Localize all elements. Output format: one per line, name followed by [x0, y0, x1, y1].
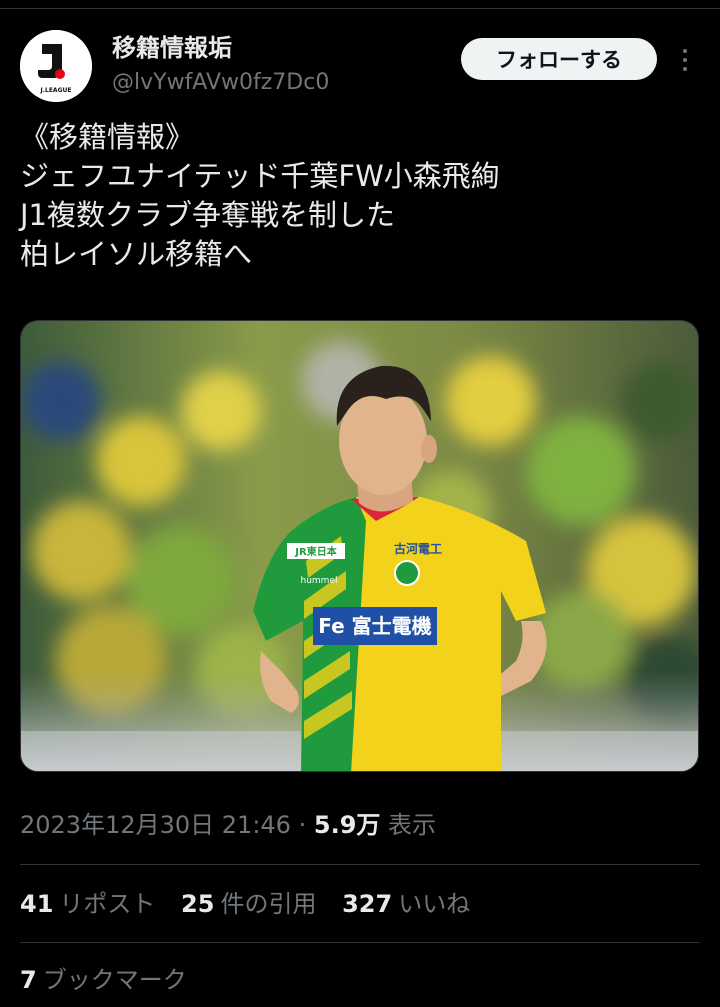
tweet-header: J.LEAGUE 移籍情報垢 @lvYwfAVw0fz7Dc0 フォローする: [20, 30, 700, 102]
reposts-stat[interactable]: 41 リポスト: [20, 886, 155, 922]
more-options-icon[interactable]: [674, 42, 696, 78]
avatar[interactable]: J.LEAGUE: [20, 30, 92, 102]
svg-text:J.LEAGUE: J.LEAGUE: [40, 87, 72, 94]
likes-count: 327: [342, 890, 393, 918]
user-handle[interactable]: @lvYwfAVw0fz7Dc0: [112, 68, 329, 98]
quotes-count: 25: [181, 890, 215, 918]
kit-brand: hummel: [301, 576, 338, 586]
jleague-logo-icon: J.LEAGUE: [20, 30, 92, 102]
display-name[interactable]: 移籍情報垢: [112, 32, 232, 64]
divider: [20, 942, 700, 943]
tweet-meta: 2023年12月30日 21:46 · 5.9万 表示: [20, 808, 436, 842]
bookmarks-stat[interactable]: 7 ブックマーク: [20, 962, 187, 998]
likes-stat[interactable]: 327 いいね: [342, 886, 470, 922]
tweet-line: 《移籍情報》: [20, 120, 195, 154]
tweet-media-image[interactable]: Fe 富士電機 JR東日本 古河電工 hummel: [20, 320, 699, 772]
meta-separator: ·: [298, 811, 307, 839]
views-label: 表示: [388, 811, 437, 839]
tweet-line: 柏レイソル移籍へ: [20, 237, 253, 271]
tweet-text: 《移籍情報》 ジェフユナイテッド千葉FW小森飛絢 J1複数クラブ争奪戦を制した …: [20, 118, 700, 274]
right-sponsor: 古河電工: [394, 541, 442, 556]
engagement-stats: 41 リポスト 25 件の引用 327 いいね: [20, 886, 488, 922]
quotes-stat[interactable]: 25 件の引用: [181, 886, 316, 922]
tweet-line: ジェフユナイテッド千葉FW小森飛絢: [20, 159, 500, 193]
chest-sponsor: Fe 富士電機: [318, 614, 431, 638]
player-photo: Fe 富士電機 JR東日本 古河電工 hummel: [21, 321, 698, 771]
views-count: 5.9万: [313, 811, 381, 839]
divider: [20, 864, 700, 865]
reposts-label: リポスト: [59, 890, 156, 918]
bookmarks-count: 7: [20, 966, 37, 994]
timestamp[interactable]: 2023年12月30日 21:46: [20, 811, 291, 839]
reposts-count: 41: [20, 890, 54, 918]
quotes-label: 件の引用: [220, 890, 317, 918]
bookmarks-row: 7 ブックマーク: [20, 962, 205, 998]
left-sponsor: JR東日本: [294, 545, 337, 558]
likes-label: いいね: [398, 890, 471, 918]
bookmarks-label: ブックマーク: [42, 966, 187, 994]
tweet-line: J1複数クラブ争奪戦を制した: [20, 198, 396, 232]
follow-button[interactable]: フォローする: [461, 38, 657, 80]
top-divider: [0, 8, 720, 9]
